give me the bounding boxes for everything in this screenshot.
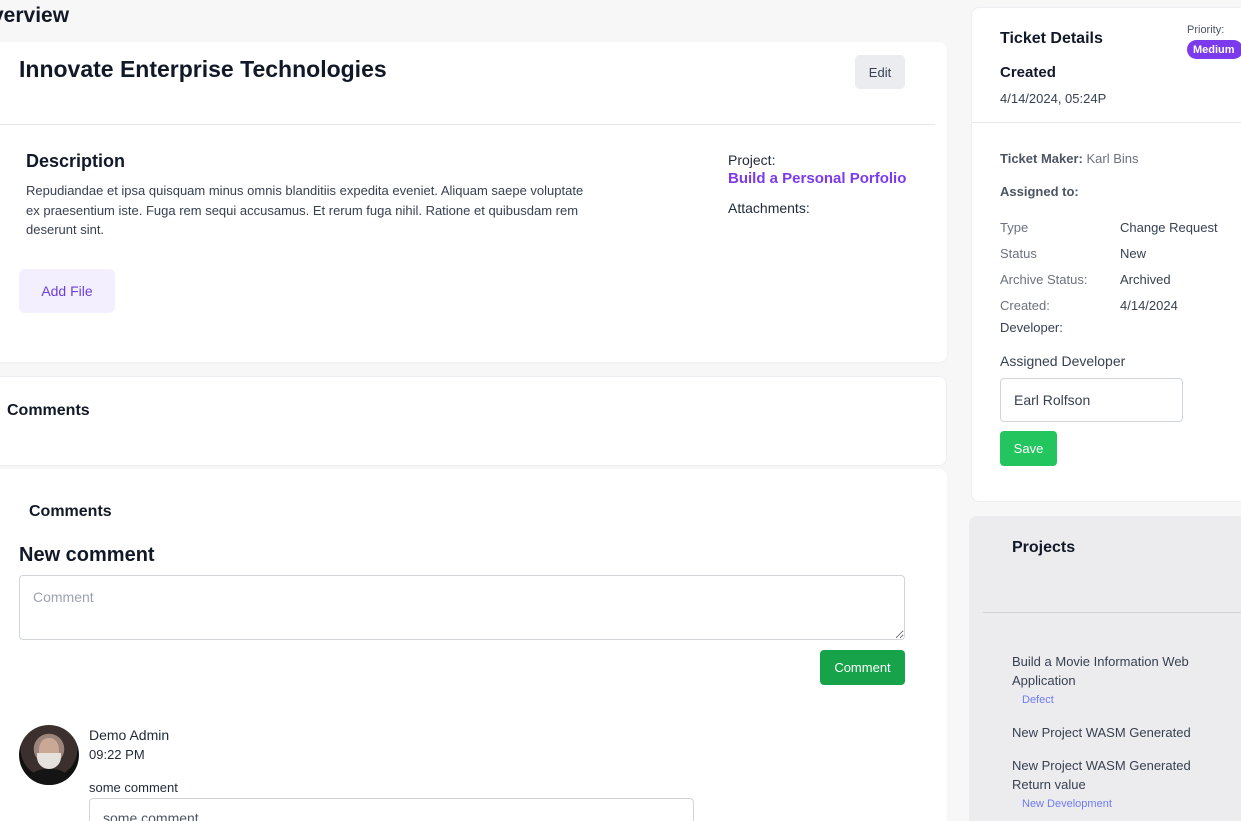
project-item-tag: Defect [1022, 694, 1054, 706]
comment-submit-button[interactable]: Comment [820, 650, 905, 685]
created-heading: Created [1000, 64, 1056, 81]
save-button[interactable]: Save [1000, 431, 1057, 466]
avatar-shoulders [25, 769, 73, 785]
ticket-maker-name: Karl Bins [1086, 151, 1139, 166]
ticket-maker: Ticket Maker: Karl Bins [1000, 151, 1139, 166]
field-archive-value: Archived [1120, 272, 1171, 287]
comments-subtitle: Comments [29, 503, 112, 520]
comments-card [0, 469, 947, 821]
developer-label: Developer: [1000, 320, 1063, 335]
field-created-key: Created: [1000, 298, 1050, 313]
field-created-value: 4/14/2024 [1120, 298, 1178, 313]
projects-title: Projects [1012, 539, 1076, 556]
project-link[interactable]: Build a Personal Porfolio [728, 170, 906, 187]
page-title: verview [0, 4, 70, 27]
ticket-details-title: Ticket Details [1000, 30, 1103, 47]
priority-badge: Medium [1187, 40, 1241, 59]
comments-header-card [0, 376, 947, 466]
divider [983, 612, 1241, 613]
ticket-title: Innovate Enterprise Technologies [19, 56, 387, 82]
edit-button[interactable]: Edit [855, 55, 905, 89]
avatar [19, 725, 79, 785]
project-item-name[interactable]: New Project WASM Generated [1012, 723, 1217, 742]
project-item-tag: New Development [1022, 798, 1112, 810]
add-file-button[interactable]: Add File [19, 269, 115, 313]
assigned-developer-select[interactable]: Earl Rolfson [1000, 378, 1183, 422]
field-archive-key: Archive Status: [1000, 272, 1088, 287]
project-item-name[interactable]: New Project WASM Generated Return value [1012, 756, 1217, 794]
field-type-value: Change Request [1120, 220, 1218, 235]
created-date: 4/14/2024, 05:24P [1000, 91, 1107, 106]
avatar-beard [37, 753, 61, 769]
assigned-developer-value: Earl Rolfson [1014, 392, 1091, 408]
comment-author: Demo Admin [89, 727, 170, 743]
comment-time: 09:22 PM [89, 747, 145, 762]
attachments-label: Attachments: [728, 200, 810, 216]
project-label: Project: [728, 152, 776, 168]
new-comment-heading: New comment [19, 544, 155, 566]
description-text: Repudiandae et ipsa quisquam minus omnis… [26, 183, 584, 238]
comments-section-title: Comments [7, 402, 90, 419]
divider [972, 122, 1241, 123]
assigned-developer-label: Assigned Developer [1000, 353, 1126, 369]
comment-edit-input[interactable] [89, 798, 694, 821]
field-status-key: Status [1000, 246, 1037, 261]
comment-text: some comment [89, 780, 178, 795]
assigned-to-label: Assigned to: [1000, 184, 1079, 199]
comment-input[interactable] [19, 575, 905, 640]
divider [0, 124, 935, 125]
field-status-value: New [1120, 246, 1147, 261]
description-heading: Description [26, 151, 126, 171]
project-item-name[interactable]: Build a Movie Information Web Applicatio… [1012, 652, 1217, 690]
ticket-maker-label: Ticket Maker: [1000, 151, 1083, 166]
field-type-key: Type [1000, 220, 1029, 235]
priority-label: Priority: [1187, 24, 1225, 36]
